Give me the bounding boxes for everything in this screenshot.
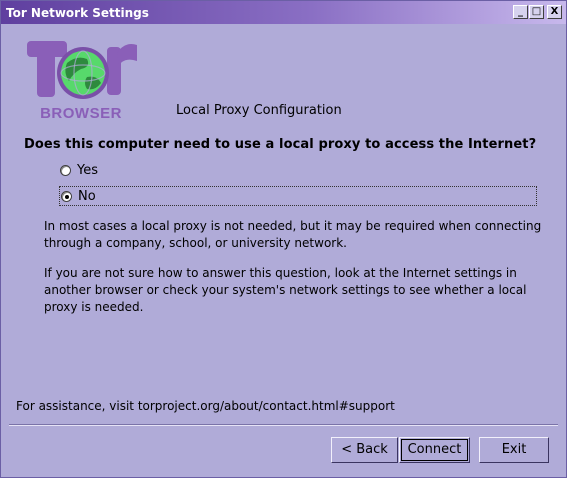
minimize-button[interactable]: _ xyxy=(513,5,528,19)
close-button[interactable]: X xyxy=(547,5,562,19)
radio-yes-circle[interactable] xyxy=(60,164,71,176)
info-paragraph-2: If you are not sure how to answer this q… xyxy=(44,266,527,314)
logo-text: BROWSER xyxy=(40,105,122,122)
window-title: Tor Network Settings xyxy=(6,6,149,20)
back-button[interactable]: < Back xyxy=(331,437,398,463)
radio-yes[interactable]: Yes xyxy=(59,160,98,180)
connect-button[interactable]: Connect xyxy=(399,437,470,463)
section-title: Local Proxy Configuration xyxy=(176,103,342,118)
proxy-question: Does this computer need to use a local p… xyxy=(24,137,537,152)
tor-browser-logo: BROWSER xyxy=(21,37,143,123)
radio-no[interactable]: No xyxy=(59,186,537,206)
info-paragraph-1: In most cases a local proxy is not neede… xyxy=(44,219,542,250)
radio-no-circle[interactable] xyxy=(61,190,72,202)
footer-separator xyxy=(9,424,558,426)
radio-no-label[interactable]: No xyxy=(78,189,96,204)
radio-yes-label[interactable]: Yes xyxy=(77,163,98,178)
maximize-button[interactable]: □ xyxy=(529,5,544,19)
tor-network-settings-window: Tor Network Settings _ □ X BROWSER Local… xyxy=(0,0,567,478)
title-bar[interactable]: Tor Network Settings _ □ X xyxy=(1,1,566,24)
exit-button[interactable]: Exit xyxy=(479,437,549,463)
assistance-text: For assistance, visit torproject.org/abo… xyxy=(16,399,395,413)
